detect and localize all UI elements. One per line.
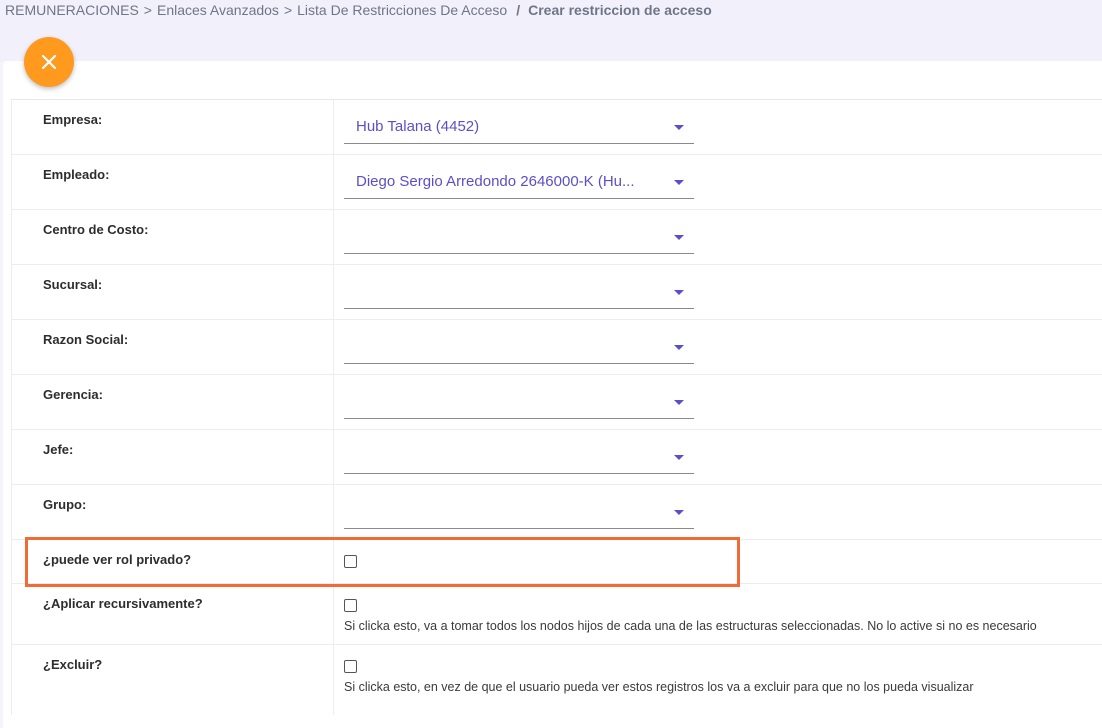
caret-down-icon: [674, 455, 684, 460]
breadcrumb-item-enlaces-avanzados[interactable]: Enlaces Avanzados: [157, 2, 279, 18]
form-row-recursivo: ¿Aplicar recursivamente? Si clicka esto,…: [11, 584, 1102, 645]
excluir-checkbox[interactable]: [344, 660, 357, 673]
recursivo-checkbox[interactable]: [344, 599, 357, 612]
empleado-select[interactable]: Diego Sergio Arredondo 2646000-K (Hu...: [344, 165, 694, 199]
recursivo-label: ¿Aplicar recursivamente?: [11, 584, 334, 644]
recursivo-hint: Si clicka esto, va a tomar todos los nod…: [344, 619, 1037, 633]
empleado-select-value: Diego Sergio Arredondo 2646000-K (Hu...: [356, 173, 635, 190]
form-row-gerencia: Gerencia:: [11, 375, 1102, 430]
form-row-empresa: Empresa: Hub Talana (4452): [11, 100, 1102, 155]
breadcrumb-separator: >: [283, 2, 293, 18]
caret-down-icon: [674, 345, 684, 350]
excluir-label: ¿Excluir?: [11, 645, 334, 715]
empresa-select-value: Hub Talana (4452): [356, 118, 480, 135]
empresa-select[interactable]: Hub Talana (4452): [344, 110, 694, 144]
caret-down-icon: [674, 510, 684, 515]
sucursal-label: Sucursal:: [11, 265, 334, 319]
gerencia-label: Gerencia:: [11, 375, 334, 429]
form-row-excluir: ¿Excluir? Si clicka esto, en vez de que …: [11, 645, 1102, 715]
empleado-label: Empleado:: [11, 155, 334, 209]
form-row-grupo: Grupo:: [11, 485, 1102, 540]
breadcrumb-separator: /: [516, 2, 521, 18]
form-row-rol-privado: ¿puede ver rol privado?: [11, 540, 1102, 584]
razon-social-label: Razon Social:: [11, 320, 334, 374]
grupo-label: Grupo:: [11, 485, 334, 539]
breadcrumb-current: Crear restriccion de acceso: [528, 2, 712, 18]
close-icon: [41, 54, 57, 70]
centro-costo-label: Centro de Costo:: [11, 210, 334, 264]
breadcrumb-item-lista-restricciones[interactable]: Lista De Restricciones De Acceso: [297, 2, 507, 18]
grupo-select[interactable]: [344, 495, 694, 529]
form-row-centro-costo: Centro de Costo:: [11, 210, 1102, 265]
caret-down-icon: [674, 235, 684, 240]
breadcrumb-separator: >: [143, 2, 152, 18]
centro-costo-select[interactable]: [344, 220, 694, 254]
close-button[interactable]: [24, 37, 74, 87]
caret-down-icon: [674, 180, 684, 185]
breadcrumb-item-remuneraciones[interactable]: REMUNERACIONES: [5, 2, 139, 18]
rol-privado-checkbox[interactable]: [344, 555, 357, 568]
caret-down-icon: [674, 400, 684, 405]
gerencia-select[interactable]: [344, 385, 694, 419]
razon-social-select[interactable]: [344, 330, 694, 364]
excluir-hint: Si clicka esto, en vez de que el usuario…: [344, 680, 974, 694]
breadcrumb: REMUNERACIONES > Enlaces Avanzados > Lista D…: [0, 0, 1102, 62]
empresa-label: Empresa:: [11, 100, 334, 154]
sucursal-select[interactable]: [344, 275, 694, 309]
caret-down-icon: [674, 290, 684, 295]
form-row-razon-social: Razon Social:: [11, 320, 1102, 375]
form-row-empleado: Empleado: Diego Sergio Arredondo 2646000…: [11, 155, 1102, 210]
form-row-sucursal: Sucursal:: [11, 265, 1102, 320]
form-row-jefe: Jefe:: [11, 430, 1102, 485]
jefe-select[interactable]: [344, 440, 694, 474]
restriction-form: Empresa: Hub Talana (4452) Empleado: Die…: [11, 99, 1102, 715]
rol-privado-label: ¿puede ver rol privado?: [11, 540, 334, 583]
caret-down-icon: [674, 125, 684, 130]
jefe-label: Jefe:: [11, 430, 334, 484]
